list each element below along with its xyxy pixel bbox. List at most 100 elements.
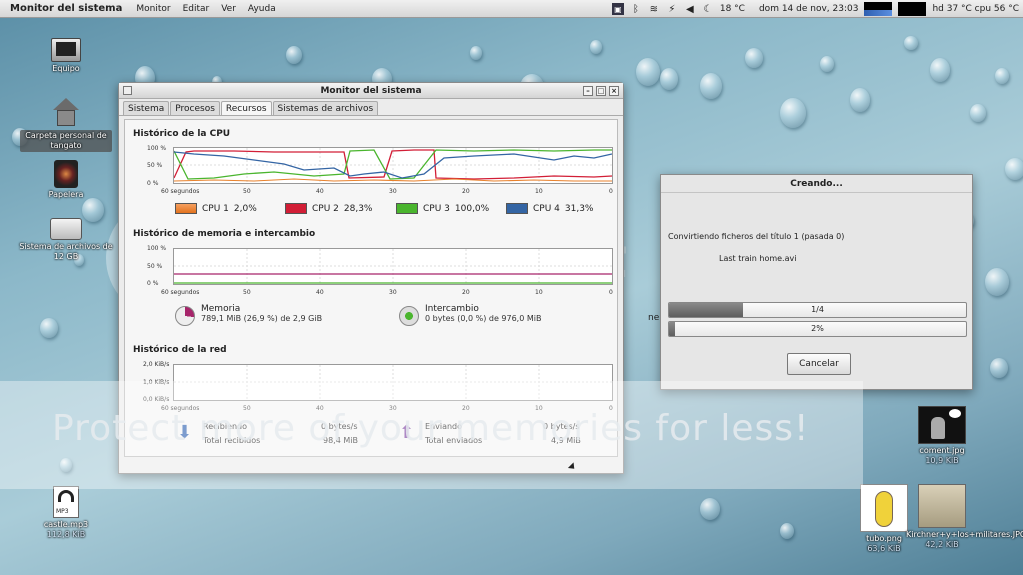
- swap-info: Intercambio 0 bytes (0,0 %) de 976,0 MiB: [425, 304, 541, 323]
- desktop-icon-size: 63,6 KiB: [867, 544, 901, 553]
- cpu4-legend[interactable]: CPU 4 31,3%: [506, 203, 593, 214]
- desktop-icon-castle-mp3[interactable]: MP3 castle.mp3 112,8 KiB: [38, 486, 94, 539]
- window-titlebar[interactable]: Monitor del sistema – □ ×: [119, 83, 623, 99]
- mem-y-tick: 0 %: [147, 280, 159, 287]
- cpu3-name: CPU 3: [423, 203, 450, 214]
- audio-file-icon: MP3: [53, 486, 79, 518]
- desktop-icon-label: Equipo: [52, 64, 80, 73]
- tab-sistema[interactable]: Sistema: [123, 101, 170, 115]
- cpu4-name: CPU 4: [533, 203, 560, 214]
- wifi-icon[interactable]: ≋: [648, 3, 660, 15]
- cpu-history-graph: [173, 147, 613, 184]
- desktop-icon-label: Sistema de archivos de 12 GB: [19, 242, 113, 261]
- creating-dialog: Creando... Convirtiendo ficheros del tít…: [660, 174, 973, 390]
- cpu4-value: 31,3%: [564, 203, 594, 214]
- desktop-icon-home[interactable]: Carpeta personal de tangato: [20, 98, 112, 152]
- mem-x-tick: 50: [243, 289, 251, 296]
- cpu1-name: CPU 1: [202, 203, 229, 214]
- cpu2-legend[interactable]: CPU 2 28,3%: [285, 203, 372, 214]
- cancel-button[interactable]: Cancelar: [787, 353, 851, 375]
- desktop-icon-label: Papelera: [48, 190, 84, 199]
- weather-moon-icon[interactable]: ☾: [702, 3, 714, 15]
- volume-icon[interactable]: ◀: [684, 3, 696, 15]
- hd-cpu-temp-label[interactable]: hd 37 °C cpu 56 °C: [932, 4, 1019, 14]
- tab-sistemas-archivos[interactable]: Sistemas de archivos: [272, 101, 379, 115]
- desktop-icon-label: tubo.png: [866, 534, 902, 543]
- desktop-icon-size: 10,9 KiB: [925, 456, 959, 465]
- computer-icon: [51, 38, 81, 62]
- image-thumbnail-icon: [918, 406, 966, 444]
- conversion-message: Convirtiendo ficheros del título 1 (pasa…: [668, 232, 845, 241]
- network-section-title: Histórico de la red: [133, 345, 227, 355]
- cpu-x-tick: 30: [389, 188, 397, 195]
- mp3-badge: MP3: [56, 508, 69, 515]
- cpu4-color-swatch[interactable]: [506, 203, 528, 214]
- memory-section-title: Histórico de memoria e intercambio: [133, 229, 316, 239]
- title-progress-bar: 1/4: [668, 302, 967, 318]
- swap-pie-icon[interactable]: [399, 306, 419, 326]
- cpu-x-tick: 60 segundos: [161, 188, 200, 195]
- tab-recursos[interactable]: Recursos: [220, 101, 272, 115]
- mem-x-tick: 30: [389, 289, 397, 296]
- cpu-x-tick: 0: [609, 188, 613, 195]
- menu-ayuda[interactable]: Ayuda: [242, 4, 282, 14]
- file-progress-text: 2%: [811, 324, 824, 333]
- bluetooth-icon[interactable]: ᛒ: [630, 3, 642, 15]
- cpu1-legend[interactable]: CPU 1 2,0%: [175, 203, 257, 214]
- memory-history-graph: [173, 248, 613, 285]
- cpu-y-tick: 50 %: [147, 162, 163, 169]
- cpu-x-tick: 10: [535, 188, 543, 195]
- temperature-label[interactable]: 18 °C: [720, 4, 745, 14]
- memory-value: 789,1 MiB (26,9 %) de 2,9 GiB: [201, 314, 323, 323]
- desktop-icon-coment-jpg[interactable]: coment.jpg 10,9 KiB: [912, 406, 972, 465]
- desktop-icon-kirchner-jpg[interactable]: Kirchner+y+los+militares.JPG 42,2 KiB: [906, 484, 1023, 549]
- dialog-title: Creando...: [661, 175, 972, 193]
- menu-ver[interactable]: Ver: [215, 4, 242, 14]
- desktop-icon-filesystem[interactable]: Sistema de archivos de 12 GB: [14, 218, 118, 262]
- net-load-graph[interactable]: [898, 2, 927, 16]
- swap-value: 0 bytes (0,0 %) de 976,0 MiB: [425, 314, 542, 323]
- power-icon[interactable]: ⚡: [666, 3, 678, 15]
- cpu1-color-swatch[interactable]: [175, 203, 197, 214]
- cpu2-name: CPU 2: [312, 203, 339, 214]
- mem-x-tick: 10: [535, 289, 543, 296]
- desktop-icon-trash[interactable]: Papelera: [38, 160, 94, 200]
- mem-x-tick: 20: [462, 289, 470, 296]
- desktop-icon-tubo-png[interactable]: tubo.png 63,6 KiB: [854, 484, 914, 553]
- maximize-button[interactable]: □: [596, 86, 606, 96]
- cpu3-color-swatch[interactable]: [396, 203, 418, 214]
- desktop-icon-label: castle.mp3: [43, 520, 89, 529]
- file-progress-bar: 2%: [668, 321, 967, 337]
- tab-procesos[interactable]: Procesos: [170, 101, 220, 115]
- mem-y-tick: 100 %: [147, 245, 167, 252]
- cpu2-color-swatch[interactable]: [285, 203, 307, 214]
- menu-editar[interactable]: Editar: [177, 4, 216, 14]
- minimize-button[interactable]: –: [583, 86, 593, 96]
- cpu-y-tick: 0 %: [147, 180, 159, 187]
- cpu-load-graph[interactable]: [864, 2, 893, 16]
- monitor-tray-icon[interactable]: ▣: [611, 3, 624, 15]
- cpu3-legend[interactable]: CPU 3 100,0%: [396, 203, 489, 214]
- net-y-tick: 2,0 KiB/s: [143, 361, 170, 368]
- window-menu-button[interactable]: [123, 86, 132, 95]
- desktop-icon-equipo[interactable]: Equipo: [38, 38, 94, 74]
- mem-x-tick: 0: [609, 289, 613, 296]
- clock[interactable]: dom 14 de nov, 23:03: [759, 4, 858, 14]
- close-button[interactable]: ×: [609, 86, 619, 96]
- trash-icon: [54, 160, 78, 188]
- desktop-icon-label: Kirchner+y+los+militares.JPG: [906, 530, 1023, 539]
- image-thumbnail-icon: [860, 484, 908, 532]
- home-folder-icon: [51, 98, 81, 128]
- mem-x-tick: 40: [316, 289, 324, 296]
- panel-app-title[interactable]: Monitor del sistema: [0, 3, 130, 14]
- desktop-icon-label: Carpeta personal de tangato: [20, 130, 112, 152]
- cpu2-value: 28,3%: [343, 203, 373, 214]
- memory-label: Memoria: [201, 304, 241, 314]
- desktop-icon-label: coment.jpg: [919, 446, 965, 455]
- cpu3-value: 100,0%: [454, 203, 490, 214]
- watermark-text: Protect more of your memories for less!: [52, 408, 810, 449]
- menu-monitor[interactable]: Monitor: [130, 4, 176, 14]
- desktop-icon-size: 112,8 KiB: [46, 530, 86, 539]
- memory-pie-icon[interactable]: [175, 306, 195, 326]
- hard-drive-icon: [50, 218, 82, 240]
